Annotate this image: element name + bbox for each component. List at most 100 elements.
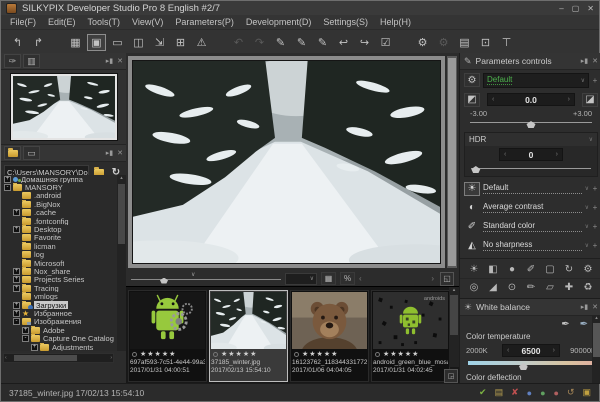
exposure-bias-icon[interactable]: ◩ — [464, 92, 480, 107]
previous-parameters-icon[interactable]: ↩ — [334, 34, 353, 51]
develop-icon[interactable]: ⚙ — [413, 34, 432, 51]
expand-icon[interactable]: + — [22, 326, 29, 334]
folder-browser-icon[interactable] — [4, 146, 21, 160]
crop-tool-icon[interactable]: ▢ — [542, 263, 558, 276]
panel-menu-icon[interactable]: ▸▮ — [581, 57, 588, 65]
expand-icon[interactable]: + — [13, 267, 20, 275]
paste-partial-parameters-icon[interactable]: ✎ — [313, 34, 332, 51]
scrollbar-thumb[interactable] — [448, 58, 456, 266]
fisheye-tool-icon[interactable]: ⊙ — [504, 281, 520, 294]
filmstrip-settings-button[interactable]: ◲ — [444, 369, 458, 383]
preview-thumbnail[interactable] — [9, 73, 118, 141]
select-mark-icon[interactable]: ☑ — [376, 34, 395, 51]
tree-item[interactable]: - Изображения — [1, 317, 117, 326]
tree-item[interactable]: - Capture One Catalog — [1, 334, 117, 343]
tree-horizontal-scrollbar[interactable]: ‹ › — [3, 353, 114, 363]
tree-item[interactable]: vmlogs — [1, 292, 117, 301]
two-view-icon[interactable]: ◫ — [129, 34, 148, 51]
menu-item[interactable]: Development(D) — [240, 17, 318, 27]
tree-item[interactable]: log — [1, 250, 117, 259]
warning-display-icon[interactable]: ⚠ — [192, 34, 211, 51]
scroll-left-icon[interactable]: ‹ — [359, 274, 362, 283]
hdr-header[interactable]: HDR ∨ — [465, 133, 597, 146]
scrollbar-thumb[interactable] — [118, 184, 125, 244]
gray-balance-dropper-icon[interactable]: ✒ — [561, 319, 569, 330]
panel-close-icon[interactable]: ✕ — [117, 57, 123, 65]
panel-close-icon[interactable]: ✕ — [592, 57, 598, 65]
rating-row[interactable]: ★★★★★ — [130, 349, 205, 359]
exposure-slider[interactable] — [470, 118, 592, 128]
auto-exposure-icon[interactable]: ◪ — [582, 92, 598, 107]
rating-row[interactable]: ★★★★★ — [211, 349, 286, 359]
white-balance-preset-icon[interactable]: ☀ — [464, 181, 480, 196]
menu-item[interactable]: Edit(E) — [42, 17, 82, 27]
copy-settings-icon[interactable]: ▤ — [495, 387, 504, 398]
tree-item[interactable]: + Избранное — [1, 309, 117, 318]
highlight-tool-icon[interactable]: ◢ — [485, 281, 501, 294]
panel-menu-icon[interactable]: ▸▮ — [106, 149, 113, 157]
navigator-button[interactable]: ◱ — [440, 271, 454, 286]
spin-right-icon[interactable]: › — [553, 347, 555, 354]
partial-color-tool-icon[interactable]: ▱ — [542, 281, 558, 294]
temperature-spinner[interactable]: ‹ 6500 › — [502, 344, 560, 357]
star-icons[interactable]: ★★★★★ — [221, 350, 257, 358]
combination-view-icon[interactable]: ▣ — [87, 33, 106, 51]
scroll-up-icon[interactable]: ▴ — [595, 315, 598, 321]
restore-tool-icon[interactable]: ♻ — [580, 281, 596, 294]
panel-close-icon[interactable]: ✕ — [117, 149, 123, 157]
exposure-spinner[interactable]: ‹ 0.0 › — [487, 93, 575, 106]
white-balance-tool-icon[interactable]: ☀ — [466, 263, 482, 276]
add-color-preset-button[interactable]: + — [592, 222, 598, 231]
menu-item[interactable]: File(F) — [4, 17, 42, 27]
tree-item[interactable]: .fontconfig — [1, 216, 117, 225]
marker-green-icon[interactable]: ● — [540, 388, 545, 398]
white-balance-scrollbar[interactable]: ▴ — [592, 315, 600, 384]
tree-item[interactable]: + .cache — [1, 208, 117, 217]
marker-red-icon[interactable]: ● — [554, 388, 559, 398]
noise-reduction-tool-icon[interactable]: ✐ — [523, 263, 539, 276]
add-contrast-preset-button[interactable]: + — [592, 203, 598, 212]
close-button[interactable]: ✕ — [587, 4, 594, 13]
camera-mark-icon[interactable]: ▣ — [582, 387, 591, 398]
scroll-up-icon[interactable]: ▴ — [453, 287, 456, 293]
filmstrip-item[interactable]: ★★★★★ 697af593-7c51-4e44-99a3- 2017/01/31 … — [128, 290, 207, 382]
spin-right-icon[interactable]: › — [568, 96, 570, 103]
tree-item[interactable]: + Desktop — [1, 225, 117, 234]
filmstrip-item[interactable]: ★★★★★ 37185_winter.jpg 2017/02/13 15:54:10 — [209, 290, 288, 382]
delete-mark-icon[interactable]: ✘ — [511, 387, 519, 398]
tree-vertical-scrollbar[interactable]: ▴ — [117, 175, 126, 351]
scroll-right-icon[interactable]: › — [431, 274, 434, 283]
preview-view-icon[interactable]: ▭ — [108, 34, 127, 51]
skin-color-dropper-icon[interactable]: ✒ — [580, 319, 588, 330]
panel-menu-icon[interactable]: ▸▮ — [106, 57, 113, 65]
white-balance-preset-dropdown[interactable]: Default — [483, 183, 582, 194]
rating-row[interactable]: ★★★★★ — [373, 349, 448, 359]
multi-preview-icon[interactable]: ⊞ — [171, 34, 190, 51]
maximize-button[interactable]: ▢ — [572, 4, 580, 13]
comment-icon[interactable]: ▭ — [23, 146, 40, 160]
tree-item[interactable]: + Adobe — [1, 326, 117, 334]
fullscreen-view-icon[interactable]: ⇲ — [150, 34, 169, 51]
tree-item[interactable]: + Projects Series — [1, 275, 117, 284]
pin-icon[interactable]: ✑ — [4, 54, 21, 68]
hdr-slider[interactable] — [471, 163, 591, 174]
tree-item[interactable]: + Nox_share — [1, 267, 117, 276]
tree-item[interactable]: Microsoft — [1, 258, 117, 267]
temperature-slider[interactable] — [468, 359, 594, 370]
main-photo[interactable] — [132, 60, 441, 264]
tree-item[interactable]: + Загрузки — [1, 300, 117, 310]
next-parameters-icon[interactable]: ↪ — [355, 34, 374, 51]
taste-dropdown[interactable]: Default ∨ — [483, 72, 589, 88]
histogram-icon[interactable]: ▥ — [23, 54, 40, 68]
develop-ok-icon[interactable]: ✔ — [479, 387, 487, 398]
scroll-left-icon[interactable]: ‹ — [5, 355, 7, 361]
tree-item[interactable]: + Tracing — [1, 284, 117, 292]
filmstrip-item[interactable]: ★★★★★ 16123762_11834433177285 2017/01/06 0… — [290, 290, 369, 382]
tree-item[interactable]: .android — [1, 191, 117, 200]
brush-tool-icon[interactable]: ✏ — [523, 281, 539, 294]
tree-item[interactable]: Favorite — [1, 233, 117, 242]
scrollbar-thumb[interactable] — [14, 355, 78, 361]
star-icons[interactable]: ★★★★★ — [302, 350, 338, 358]
add-white-balance-preset-button[interactable]: + — [592, 184, 598, 193]
tree-item[interactable]: .BigNox — [1, 200, 117, 209]
